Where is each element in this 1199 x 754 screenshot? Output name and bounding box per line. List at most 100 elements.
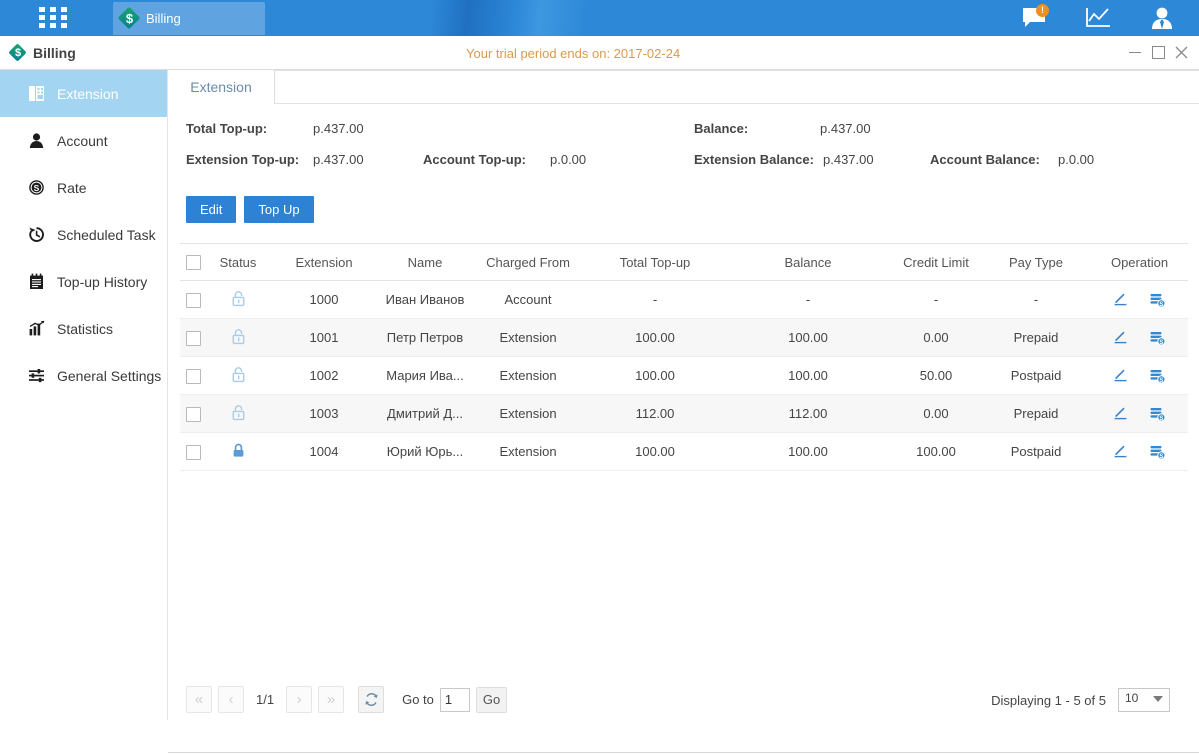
row-select-cell[interactable]	[180, 357, 207, 395]
row-checkbox[interactable]	[186, 331, 201, 346]
select-all-checkbox[interactable]	[186, 255, 201, 270]
column-name[interactable]: Name	[379, 244, 471, 281]
maximize-icon[interactable]	[1147, 36, 1169, 69]
row-charged-from: Extension	[471, 433, 585, 471]
column-credit-limit[interactable]: Credit Limit	[891, 244, 981, 281]
row-checkbox[interactable]	[186, 445, 201, 460]
row-extension: 1002	[269, 357, 379, 395]
table-row[interactable]: 1000 Иван Иванов Account - - - -	[180, 281, 1188, 319]
svg-text:S: S	[1159, 377, 1163, 383]
row-select-cell[interactable]	[180, 281, 207, 319]
row-select-cell[interactable]	[180, 433, 207, 471]
table-row[interactable]: 1002 Мария Ива... Extension 100.00 100.0…	[180, 357, 1188, 395]
refresh-button[interactable]	[358, 686, 384, 713]
statistics-chart-icon[interactable]	[1083, 5, 1113, 31]
total-topup-label: Total Top-up:	[186, 121, 267, 136]
edit-pencil-icon[interactable]	[1113, 444, 1129, 460]
row-total-topup: 100.00	[585, 319, 725, 357]
close-icon[interactable]	[1170, 36, 1192, 69]
action-button-row: Edit Top Up	[186, 196, 314, 223]
svg-text:S: S	[34, 183, 40, 193]
sidebar-item-general-settings[interactable]: General Settings	[0, 352, 167, 399]
topup-money-icon[interactable]: S	[1149, 292, 1166, 308]
row-operation-cell: S	[1091, 319, 1188, 357]
topup-money-icon[interactable]: S	[1149, 444, 1166, 460]
app-tab-label: Billing	[146, 11, 181, 26]
window-body: Extension Account S	[0, 70, 1199, 720]
topup-money-icon[interactable]: S	[1149, 406, 1166, 422]
row-select-cell[interactable]	[180, 395, 207, 433]
select-all-cell[interactable]	[180, 244, 207, 281]
row-status-cell	[207, 281, 269, 319]
total-topup-value: p.437.00	[313, 121, 364, 136]
previous-page-button[interactable]: ‹	[218, 686, 244, 713]
edit-pencil-icon[interactable]	[1113, 292, 1129, 308]
refresh-icon	[364, 692, 379, 707]
column-extension[interactable]: Extension	[269, 244, 379, 281]
table-header-row: Status Extension Name Charged From Total…	[180, 244, 1188, 281]
next-page-button[interactable]: ›	[286, 686, 312, 713]
row-name: Иван Иванов	[379, 281, 471, 319]
lock-closed-icon	[231, 442, 246, 459]
sidebar-item-label: Account	[57, 133, 108, 149]
column-balance[interactable]: Balance	[725, 244, 891, 281]
extension-icon	[27, 84, 46, 103]
table-row[interactable]: 1003 Дмитрий Д... Extension 112.00 112.0…	[180, 395, 1188, 433]
page-number-input[interactable]	[440, 688, 470, 712]
app-launcher-grid-icon[interactable]	[39, 7, 67, 28]
page-size-select[interactable]: 10	[1118, 688, 1170, 712]
column-charged-from[interactable]: Charged From	[471, 244, 585, 281]
sidebar-item-topup-history[interactable]: Top-up History	[0, 258, 167, 305]
edit-pencil-icon[interactable]	[1113, 406, 1129, 422]
row-pay-type: Postpaid	[981, 357, 1091, 395]
scheduled-task-icon	[27, 225, 46, 244]
app-tab-billing[interactable]: $ Billing	[113, 2, 265, 35]
topup-button[interactable]: Top Up	[244, 196, 313, 223]
sidebar-item-rate[interactable]: S Rate	[0, 164, 167, 211]
edit-pencil-icon[interactable]	[1113, 330, 1129, 346]
row-checkbox[interactable]	[186, 293, 201, 308]
edit-button[interactable]: Edit	[186, 196, 236, 223]
sidebar-item-scheduled-task[interactable]: Scheduled Task	[0, 211, 167, 258]
column-pay-type[interactable]: Pay Type	[981, 244, 1091, 281]
last-page-button[interactable]: »	[318, 686, 344, 713]
account-icon	[27, 131, 46, 150]
sidebar-item-statistics[interactable]: Statistics	[0, 305, 167, 352]
billing-diamond-icon: $	[119, 8, 140, 29]
messages-icon[interactable]: !	[1019, 5, 1049, 31]
balance-value: p.437.00	[820, 121, 871, 136]
column-total-topup[interactable]: Total Top-up	[585, 244, 725, 281]
row-status-cell	[207, 433, 269, 471]
minimize-icon[interactable]	[1124, 36, 1146, 69]
window-billing-icon: $	[9, 44, 27, 62]
row-select-cell[interactable]	[180, 319, 207, 357]
edit-pencil-icon[interactable]	[1113, 368, 1129, 384]
extension-balance-label: Extension Balance:	[694, 152, 814, 167]
column-status[interactable]: Status	[207, 244, 269, 281]
table-row[interactable]: 1004 Юрий Юрь... Extension 100.00 100.00…	[180, 433, 1188, 471]
lock-open-icon	[231, 328, 246, 345]
extension-billing-table: Status Extension Name Charged From Total…	[180, 243, 1188, 471]
sidebar-item-account[interactable]: Account	[0, 117, 167, 164]
topup-money-icon[interactable]: S	[1149, 330, 1166, 346]
row-operation-cell: S	[1091, 433, 1188, 471]
row-status-cell	[207, 395, 269, 433]
row-extension: 1001	[269, 319, 379, 357]
row-credit-limit: -	[891, 281, 981, 319]
row-status-cell	[207, 319, 269, 357]
user-account-icon[interactable]	[1147, 5, 1177, 31]
svg-text:S: S	[1159, 339, 1163, 345]
extension-view: Total Top-up: p.437.00 Balance: p.437.00…	[168, 104, 1199, 720]
sidebar-item-label: Rate	[57, 180, 87, 196]
top-navigation-bar: $ Billing !	[0, 0, 1199, 36]
row-checkbox[interactable]	[186, 369, 201, 384]
billing-application-window: $ Billing !	[0, 0, 1199, 720]
top-bar-icon-group: !	[1019, 0, 1177, 36]
table-row[interactable]: 1001 Петр Петров Extension 100.00 100.00…	[180, 319, 1188, 357]
tab-extension[interactable]: Extension	[168, 70, 275, 104]
sidebar-item-extension[interactable]: Extension	[0, 70, 167, 117]
topup-money-icon[interactable]: S	[1149, 368, 1166, 384]
go-button[interactable]: Go	[476, 687, 507, 713]
row-checkbox[interactable]	[186, 407, 201, 422]
first-page-button[interactable]: «	[186, 686, 212, 713]
